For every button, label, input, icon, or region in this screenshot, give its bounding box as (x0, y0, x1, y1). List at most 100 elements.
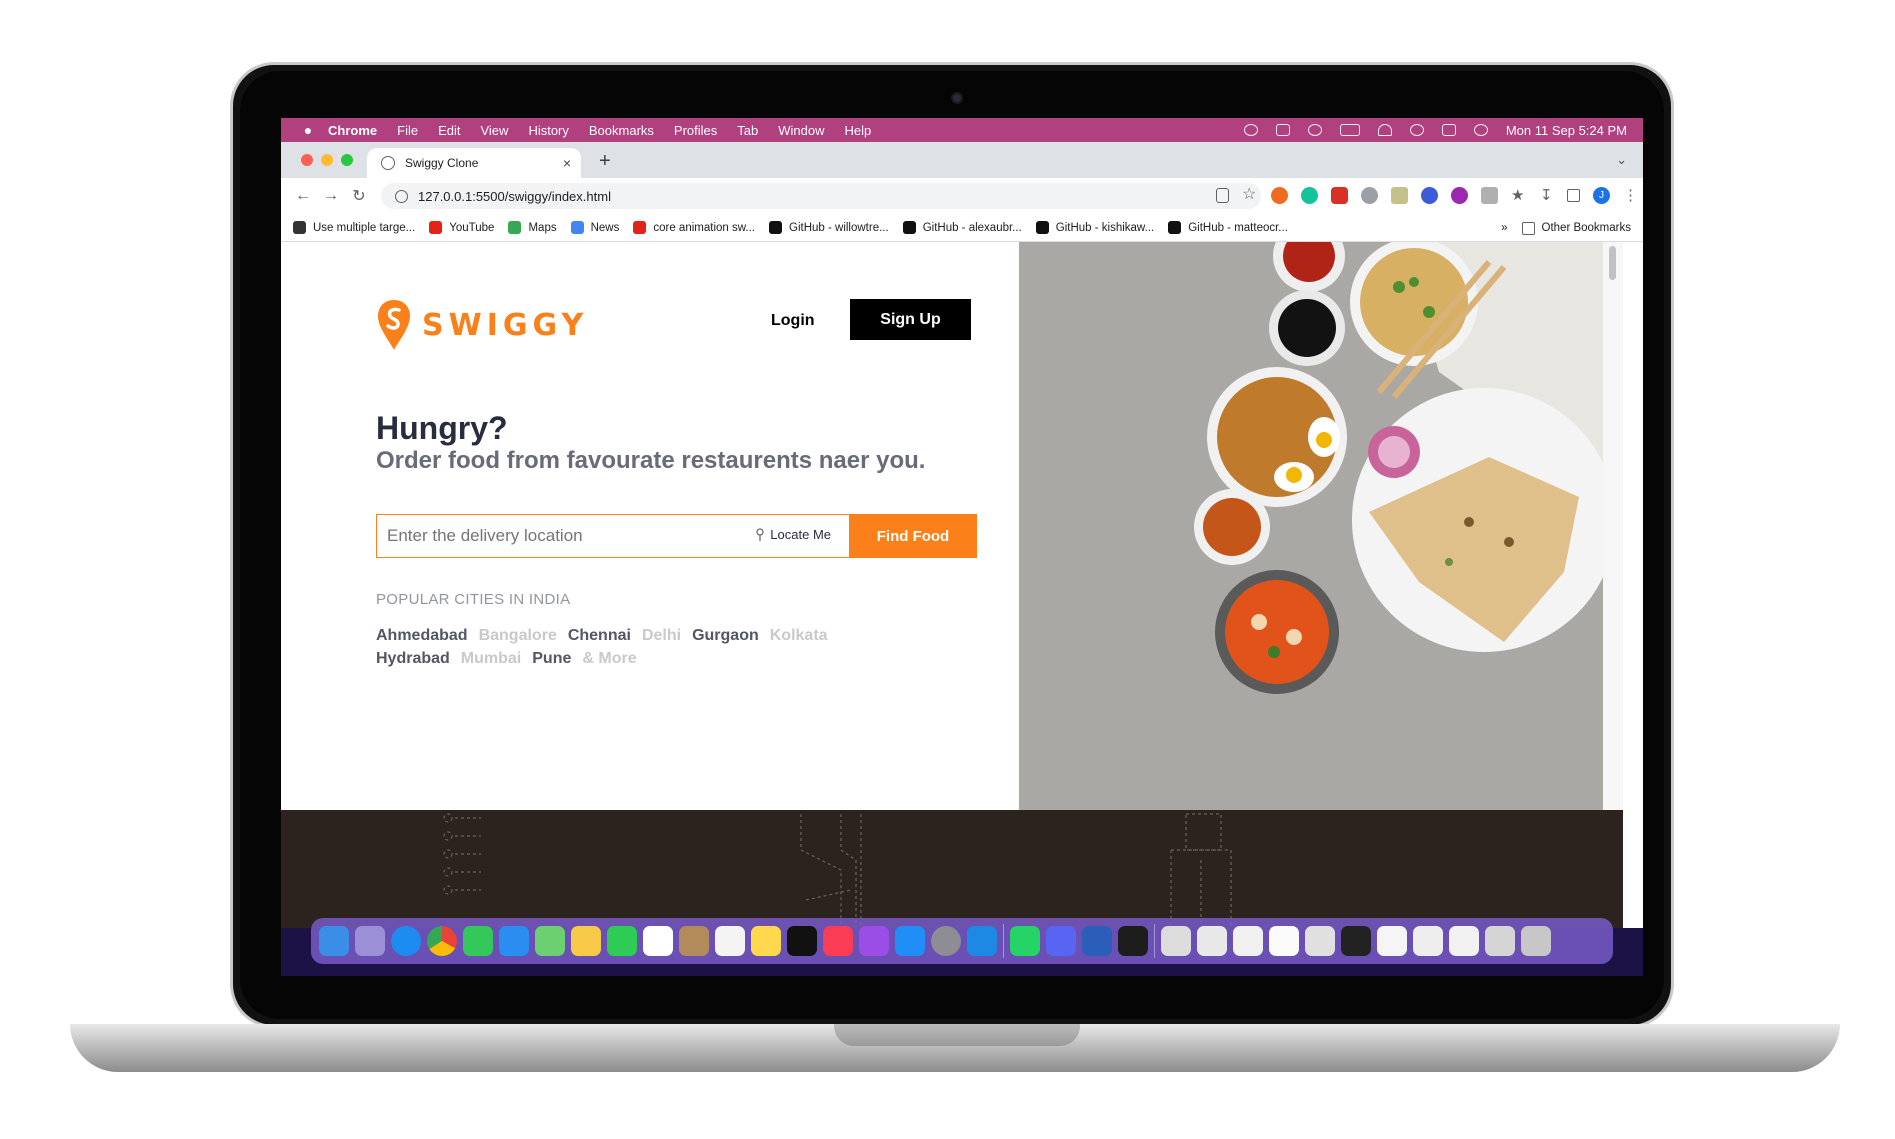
address-bar[interactable]: 127.0.0.1:5500/swiggy/index.html (381, 183, 1261, 209)
address-url[interactable]: 127.0.0.1:5500/swiggy/index.html (418, 189, 611, 204)
bookmark-item[interactable]: GitHub - willowtre... (769, 221, 889, 234)
word-icon[interactable] (1082, 926, 1112, 956)
minimized-window-icon[interactable] (1305, 926, 1335, 956)
share-icon[interactable] (1216, 188, 1229, 203)
extension-red-icon[interactable] (1331, 187, 1348, 204)
city-link[interactable]: Kolkata (770, 624, 828, 647)
chrome-menu-icon[interactable]: ⋮ (1623, 187, 1638, 204)
minimized-window-icon[interactable] (1233, 926, 1263, 956)
battery-icon[interactable] (1339, 124, 1360, 136)
maps-icon[interactable] (535, 926, 565, 956)
page-scrollbar[interactable] (1603, 242, 1623, 810)
control-center-icon[interactable] (1441, 124, 1456, 136)
menu-window[interactable]: Window (778, 123, 824, 138)
city-link[interactable]: Hydrabad (376, 647, 450, 670)
wifi-icon[interactable] (1377, 124, 1392, 136)
apple-menu-icon[interactable]: ● (298, 122, 318, 138)
city-link[interactable]: Mumbai (461, 647, 521, 670)
city-link[interactable]: Ahmedabad (376, 624, 468, 647)
bookmark-item[interactable]: core animation sw... (633, 221, 755, 234)
extension-orange-icon[interactable] (1271, 187, 1288, 204)
menu-tab[interactable]: Tab (737, 123, 758, 138)
mail-icon[interactable] (499, 926, 529, 956)
facetime-icon[interactable] (607, 926, 637, 956)
close-window-button[interactable] (301, 154, 313, 166)
minimized-window-icon[interactable] (1161, 926, 1191, 956)
zoom-window-button[interactable] (341, 154, 353, 166)
profile-avatar[interactable]: J (1593, 187, 1610, 204)
launchpad-icon[interactable] (355, 926, 385, 956)
messages-icon[interactable] (463, 926, 493, 956)
city-link[interactable]: Gurgaon (692, 624, 759, 647)
side-panel-icon[interactable] (1567, 189, 1580, 202)
swiggy-logo[interactable]: SWIGGY (376, 298, 588, 352)
grammarly-status-icon[interactable] (1243, 124, 1258, 136)
extension-grey-icon[interactable] (1361, 187, 1378, 204)
trash-icon[interactable] (1521, 926, 1551, 956)
signup-button[interactable]: Sign Up (850, 299, 971, 340)
bookmark-item[interactable]: GitHub - alexaubr... (902, 221, 1022, 234)
notes-icon[interactable] (751, 926, 781, 956)
find-food-button[interactable]: Find Food (849, 514, 977, 558)
menu-file[interactable]: File (397, 123, 418, 138)
bookmark-item[interactable]: News (570, 221, 619, 234)
safari-icon[interactable] (391, 926, 421, 956)
grammarly-extension-icon[interactable] (1301, 187, 1318, 204)
minimized-window-icon[interactable] (1485, 926, 1515, 956)
tab-search-chevron-icon[interactable]: ⌄ (1616, 152, 1627, 168)
forward-arrow-icon[interactable]: → (317, 187, 345, 205)
site-info-icon[interactable] (395, 189, 408, 203)
bookmark-item[interactable]: Maps (508, 221, 557, 234)
menu-help[interactable]: Help (845, 123, 872, 138)
volume-icon[interactable] (1275, 124, 1290, 136)
extension-purple-icon[interactable] (1451, 187, 1468, 204)
city-link[interactable]: & More (582, 647, 636, 670)
minimized-window-icon[interactable] (1449, 926, 1479, 956)
system-settings-icon[interactable] (931, 926, 961, 956)
puzzle-extensions-icon[interactable]: ★ (1511, 187, 1527, 204)
bookmarks-overflow-button[interactable]: » (1501, 222, 1507, 234)
city-link[interactable]: Chennai (568, 624, 631, 647)
chrome-icon[interactable] (427, 926, 457, 956)
terminal-icon[interactable] (1118, 926, 1148, 956)
delivery-location-input[interactable] (377, 526, 727, 546)
menu-profiles[interactable]: Profiles (674, 123, 717, 138)
music-icon[interactable] (823, 926, 853, 956)
bookmark-star-icon[interactable]: ☆ (1242, 187, 1258, 204)
finder-icon[interactable] (319, 926, 349, 956)
menu-bookmarks[interactable]: Bookmarks (589, 123, 654, 138)
city-link[interactable]: Pune (532, 647, 571, 670)
menu-bar-clock[interactable]: Mon 11 Sep 5:24 PM (1506, 123, 1627, 138)
menu-edit[interactable]: Edit (438, 123, 460, 138)
app-store-icon[interactable] (895, 926, 925, 956)
tab-close-icon[interactable]: × (563, 155, 571, 171)
menu-chrome[interactable]: Chrome (328, 123, 377, 138)
contacts-icon[interactable] (679, 926, 709, 956)
photos-icon[interactable] (571, 926, 601, 956)
apple-tv-icon[interactable] (787, 926, 817, 956)
podcasts-icon[interactable] (859, 926, 889, 956)
extension-box-icon[interactable] (1481, 187, 1498, 204)
minimize-window-button[interactable] (321, 154, 333, 166)
active-tab[interactable]: Swiggy Clone × (367, 148, 581, 178)
minimized-window-icon[interactable] (1377, 926, 1407, 956)
bookmark-item[interactable]: YouTube (429, 221, 494, 234)
reload-icon[interactable]: ↻ (345, 186, 373, 206)
city-link[interactable]: Bangalore (479, 624, 557, 647)
extension-notes-icon[interactable] (1391, 187, 1408, 204)
back-arrow-icon[interactable]: ← (289, 187, 317, 205)
siri-icon[interactable] (1473, 124, 1488, 136)
city-link[interactable]: Delhi (642, 624, 681, 647)
minimized-window-icon[interactable] (1341, 926, 1371, 956)
other-bookmarks-folder[interactable]: Other Bookmarks (1521, 221, 1631, 235)
locate-me-button[interactable]: Locate Me (755, 527, 831, 542)
spotlight-search-icon[interactable] (1409, 124, 1424, 136)
minimized-window-icon[interactable] (1197, 926, 1227, 956)
login-button[interactable]: Login (771, 312, 815, 330)
extension-blue-icon[interactable] (1421, 187, 1438, 204)
reminders-icon[interactable] (715, 926, 745, 956)
menu-view[interactable]: View (480, 123, 508, 138)
play-icon[interactable] (1307, 124, 1322, 136)
bookmark-item[interactable]: GitHub - kishikaw... (1035, 221, 1154, 234)
bookmark-item[interactable]: Use multiple targe... (293, 221, 415, 234)
